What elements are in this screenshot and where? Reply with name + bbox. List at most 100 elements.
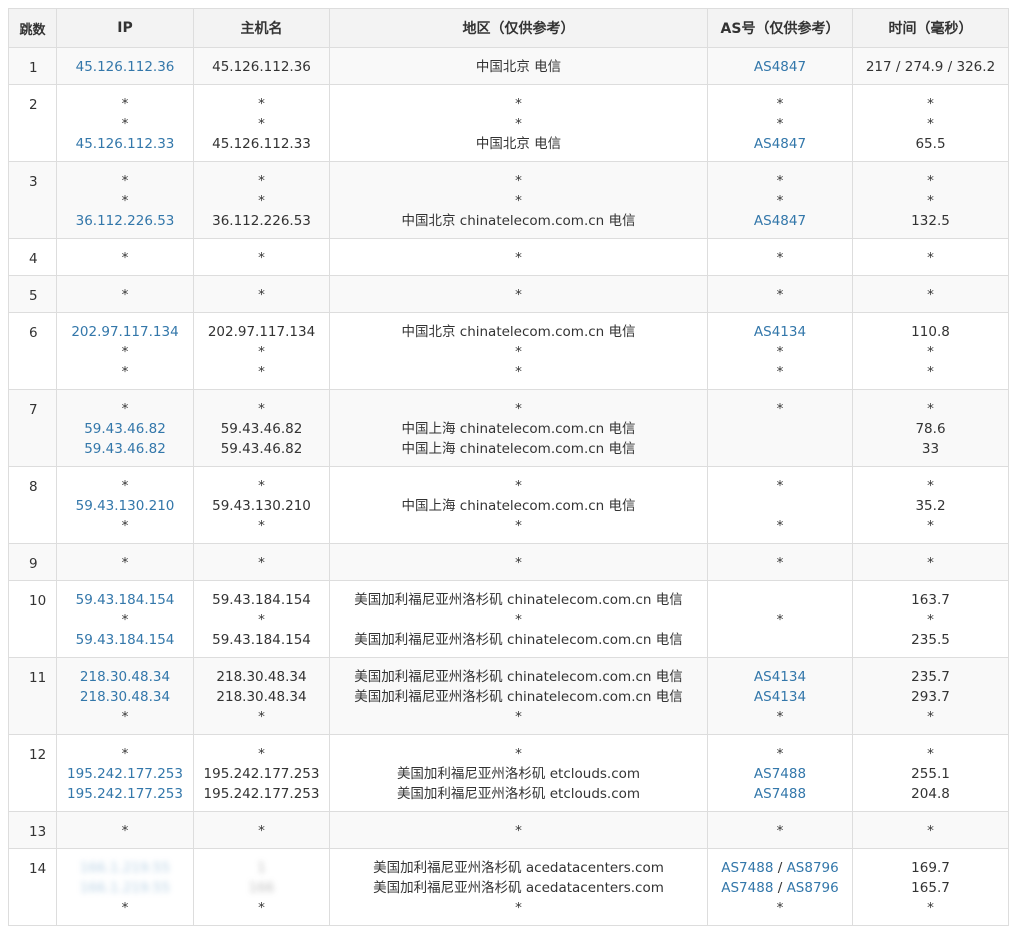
as-line: AS4847	[708, 134, 852, 154]
host-line: 218.30.48.34	[216, 689, 307, 705]
host-cell: * 59.43.46.82 59.43.46.82	[193, 389, 330, 467]
as-line: *	[776, 96, 784, 112]
ip-link[interactable]: 218.30.48.34	[80, 669, 170, 685]
as-cell: AS4134 AS4134 *	[707, 657, 853, 735]
host-cell: 218.30.48.34 218.30.48.34 *	[193, 657, 330, 735]
header-time: 时间（毫秒）	[852, 8, 1009, 48]
hop-number: 13	[8, 811, 57, 849]
as-link[interactable]: AS4134	[754, 324, 806, 340]
table-row: 3 * * 36.112.226.53 * * 36.112.226.53 * * 中国北京 ch…	[8, 161, 1009, 239]
as-line: *	[776, 193, 784, 209]
table-row: 11 218.30.48.34 218.30.48.34 * 218.30.48.34 2…	[8, 657, 1009, 735]
ip-link[interactable]: 36.112.226.53	[76, 213, 175, 229]
ip-cell: *	[56, 811, 194, 849]
ip-line: 195.242.177.253	[57, 764, 193, 784]
time-line: *	[927, 250, 934, 266]
ip-link[interactable]: 59.43.46.82	[84, 421, 166, 437]
time-cell: * 255.1 204.8	[852, 734, 1009, 812]
ip-link[interactable]: 59.43.130.210	[76, 498, 175, 514]
as-line: *	[776, 344, 784, 360]
region-line: *	[515, 173, 522, 189]
as-line: AS7488 / AS8796	[708, 878, 852, 898]
as-link[interactable]: AS4134	[754, 689, 806, 705]
time-line: *	[927, 401, 934, 417]
ip-link[interactable]: 45.126.112.33	[76, 136, 175, 152]
as-line: *	[776, 709, 784, 725]
as-link[interactable]: AS8796	[787, 880, 839, 896]
region-line: 美国加利福尼亚州洛杉矶 etclouds.com	[396, 786, 641, 802]
as-line: *	[776, 900, 784, 916]
time-line: 165.7	[911, 880, 950, 896]
ip-link[interactable]: 195.242.177.253	[67, 786, 183, 802]
ip-cell: * * 45.126.112.33	[56, 84, 194, 162]
hop-number: 3	[8, 161, 57, 239]
as-link[interactable]: AS8796	[787, 860, 839, 876]
region-cell: * 中国上海 chinatelecom.com.cn 电信 *	[329, 466, 708, 544]
region-line: *	[515, 555, 522, 571]
host-cell: * 59.43.130.210 *	[193, 466, 330, 544]
ip-link[interactable]: 59.43.184.154	[76, 632, 175, 648]
host-line: *	[258, 900, 265, 916]
as-link[interactable]: AS7488	[721, 860, 773, 876]
host-line: 59.43.46.82	[220, 421, 303, 437]
host-line: *	[258, 344, 265, 360]
host-cell: * * 45.126.112.33	[193, 84, 330, 162]
ip-line: *	[121, 193, 129, 209]
ip-line: 59.43.184.154	[57, 590, 193, 610]
as-separator: /	[773, 860, 787, 876]
ip-link[interactable]: 59.43.184.154	[76, 592, 175, 608]
as-line: AS7488 / AS8796	[708, 858, 852, 878]
time-line: *	[927, 555, 934, 571]
host-line: *	[258, 250, 265, 266]
as-link[interactable]: AS4847	[754, 136, 806, 152]
ip-line: *	[121, 518, 129, 534]
hop-number: 8	[8, 466, 57, 544]
region-cell: *	[329, 543, 708, 581]
region-cell: * 中国上海 chinatelecom.com.cn 电信 中国上海 chinate…	[329, 389, 708, 467]
time-cell: * 35.2 *	[852, 466, 1009, 544]
table-row: 6 202.97.117.134 * * 202.97.117.134 * * 中国北京 ch…	[8, 312, 1009, 390]
hop-number: 6	[8, 312, 57, 390]
ip-link[interactable]: 218.30.48.34	[80, 689, 170, 705]
host-line: 195.242.177.253	[203, 786, 320, 802]
as-link[interactable]: AS7488	[721, 880, 773, 896]
host-line: 218.30.48.34	[216, 669, 307, 685]
time-line: 255.1	[911, 766, 950, 782]
traceroute-table: 跳数 IP 主机名 地区（仅供参考） AS号（仅供参考） 时间（毫秒） 1 45.…	[8, 8, 1009, 926]
as-line: *	[776, 612, 784, 628]
as-link[interactable]: AS4847	[754, 213, 806, 229]
as-link[interactable]: AS4847	[754, 59, 806, 75]
as-link[interactable]: AS7488	[754, 766, 806, 782]
region-cell: * * 中国北京 电信	[329, 84, 708, 162]
region-line: 中国上海 chinatelecom.com.cn 电信	[401, 498, 636, 514]
as-link[interactable]: AS7488	[754, 786, 806, 802]
region-line: 中国北京 chinatelecom.com.cn 电信	[401, 213, 636, 229]
ip-line: 195.242.177.253	[57, 784, 193, 804]
ip-link[interactable]: 202.97.117.134	[71, 324, 178, 340]
table-row: 9 * * * * *	[8, 543, 1009, 581]
time-line: *	[927, 612, 934, 628]
ip-cell: 45.126.112.36	[56, 47, 194, 85]
ip-link[interactable]: 59.43.46.82	[84, 441, 166, 457]
table-row: 1 45.126.112.36 45.126.112.36 中国北京 电信 AS4847…	[8, 47, 1009, 85]
time-line: 35.2	[915, 498, 946, 514]
region-line: 中国北京 chinatelecom.com.cn 电信	[401, 324, 636, 340]
as-link[interactable]: AS4134	[754, 669, 806, 685]
host-line: *	[258, 746, 265, 762]
host-line: 202.97.117.134	[207, 324, 316, 340]
ip-line: 59.43.184.154	[57, 630, 193, 650]
as-cell: *	[707, 543, 853, 581]
region-line: 美国加利福尼亚州洛杉矶 acedatacenters.com	[373, 880, 664, 896]
time-line: 204.8	[911, 786, 950, 802]
ip-link[interactable]: 45.126.112.36	[76, 59, 175, 75]
host-line: 36.112.226.53	[212, 213, 311, 229]
as-cell: *	[707, 811, 853, 849]
region-line: 美国加利福尼亚州洛杉矶 chinatelecom.com.cn 电信	[354, 689, 683, 705]
ip-link[interactable]: 195.242.177.253	[67, 766, 183, 782]
as-cell: AS4847	[707, 47, 853, 85]
as-cell: AS4134 * *	[707, 312, 853, 390]
as-line: *	[776, 287, 784, 303]
ip-line: *	[121, 344, 129, 360]
header-hop: 跳数	[8, 8, 57, 48]
hop-number: 11	[8, 657, 57, 735]
